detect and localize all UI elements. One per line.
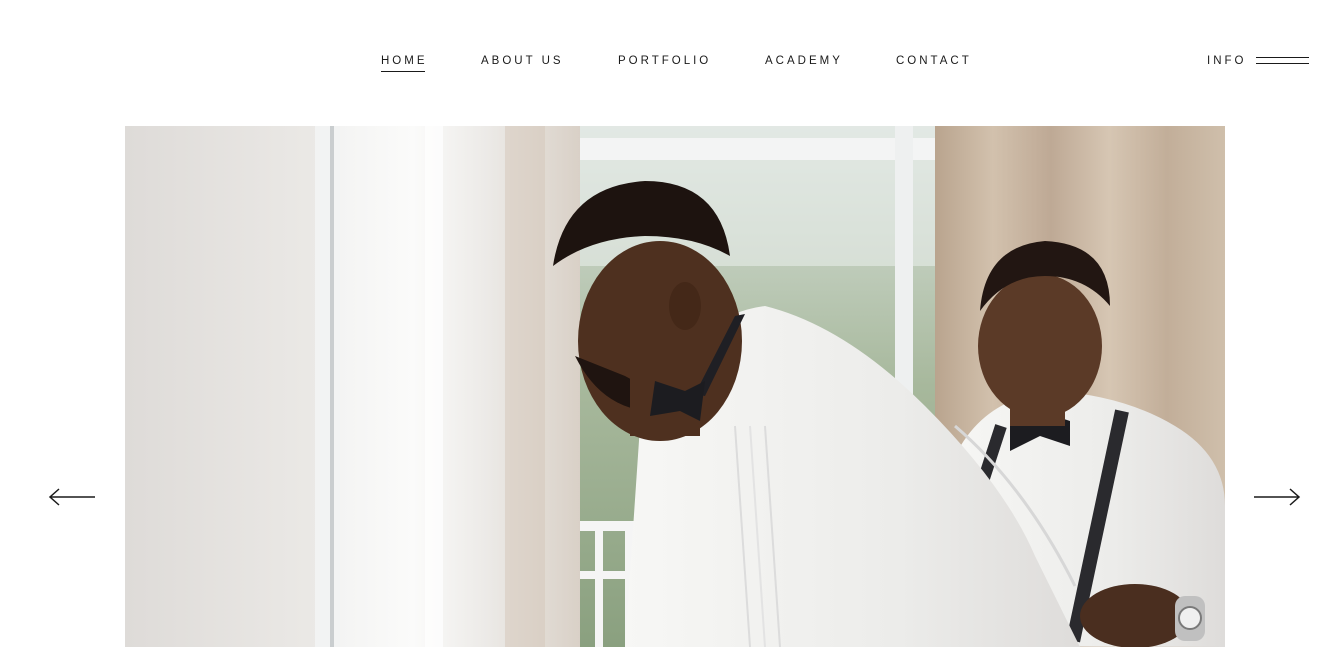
arrow-right-icon xyxy=(1254,488,1301,506)
arrow-left-icon xyxy=(48,488,95,506)
nav-item-academy[interactable]: ACADEMY xyxy=(765,55,843,68)
prev-slide-button[interactable] xyxy=(48,487,96,507)
nav-item-contact[interactable]: CONTACT xyxy=(896,55,972,68)
page: HOME ABOUT US PORTFOLIO ACADEMY CONTACT … xyxy=(0,0,1339,647)
hamburger-icon[interactable] xyxy=(1256,57,1309,65)
info-link[interactable]: INFO xyxy=(1207,55,1246,68)
nav-item-portfolio[interactable]: PORTFOLIO xyxy=(618,55,711,68)
hero-photo xyxy=(125,126,1225,647)
nav-item-about-us[interactable]: ABOUT US xyxy=(481,55,564,68)
nav-item-home[interactable]: HOME xyxy=(381,55,428,72)
next-slide-button[interactable] xyxy=(1253,487,1301,507)
hero-slide-image xyxy=(125,126,1225,647)
main-nav: HOME ABOUT US PORTFOLIO ACADEMY CONTACT xyxy=(0,55,1339,75)
